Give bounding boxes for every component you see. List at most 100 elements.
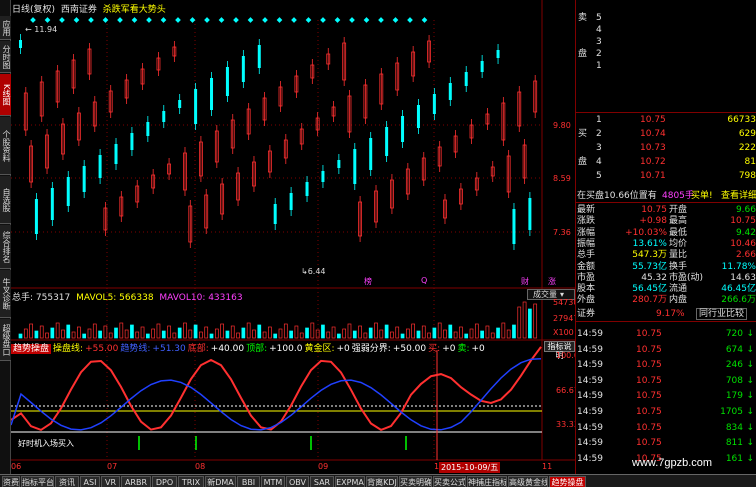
quote-value: 55.73亿 [632, 261, 667, 272]
indicator-item: 黄金区: [304, 344, 335, 354]
event-mark[interactable]: 涨 [548, 276, 556, 287]
sell-side-label: 卖 [578, 13, 588, 23]
bottom-tab[interactable]: 买卖明确 [399, 476, 432, 487]
volume-bar [496, 327, 500, 339]
sidebar-tab[interactable]: 分时图 [0, 41, 11, 73]
bottom-tab[interactable]: BBI [237, 476, 260, 487]
quote-value: 14.63 [730, 272, 756, 283]
sector-change: 9.17% [656, 309, 685, 319]
volume-bar [432, 327, 437, 339]
event-mark[interactable]: 榜 [364, 276, 372, 287]
bottom-tab[interactable]: 高级黄金线 [508, 476, 548, 487]
volume-bar [236, 332, 240, 339]
time-label: 07 [107, 462, 118, 471]
tick-volume: 179 [725, 391, 743, 402]
volume-bar [294, 325, 299, 339]
order-book-divider [576, 112, 756, 113]
quote-value: 9.66 [735, 205, 756, 215]
bottom-tab[interactable]: MTM [261, 476, 285, 487]
event-mark[interactable]: Q [421, 276, 427, 285]
arrow-down-icon: ↓ [746, 344, 754, 355]
sidebar-tab[interactable]: 个股资料 [0, 117, 11, 175]
candle-body [225, 67, 229, 96]
tick-price: 10.75 [636, 422, 662, 433]
quote-key: 金额 [577, 261, 596, 272]
quote-key: 最新 [577, 205, 596, 215]
bottom-tab[interactable]: 资讯 [55, 476, 79, 487]
bottom-tab[interactable]: 资费 [2, 476, 20, 487]
volume-bar [390, 331, 394, 339]
bottom-tab[interactable]: 买卖公式 [433, 476, 466, 487]
chart-canvas[interactable] [11, 0, 575, 474]
volume-bar [326, 331, 331, 339]
bottom-tab[interactable]: VR [101, 476, 120, 487]
signal-diamond [59, 17, 65, 23]
volume-bar [193, 324, 198, 339]
buy-volume: 629 [738, 129, 756, 139]
indicator-item[interactable]: 趋势操盘 [11, 344, 52, 354]
bottom-tab[interactable]: 新DMA [205, 476, 236, 487]
sell-level-index: 3 [596, 37, 602, 47]
volume-bar [220, 323, 224, 339]
volume-bar [77, 326, 81, 339]
bottom-tab[interactable]: ARBR [121, 476, 151, 487]
volume-bar [145, 333, 150, 339]
arrow-down-icon: ↓ [746, 422, 754, 433]
volume-bar [358, 325, 362, 339]
volume-bar [172, 332, 177, 339]
candle-body [34, 199, 38, 234]
sell-level-index: 4 [596, 25, 602, 35]
bottom-tab[interactable]: 指标平台 [21, 476, 54, 487]
indicator-item: +40.00 [210, 344, 245, 354]
buy-volume: 222 [738, 143, 756, 153]
bottom-tab[interactable]: 背离KDJ [366, 476, 398, 487]
quote-value: 10.46 [730, 238, 756, 249]
bottom-tab[interactable]: DPO [152, 476, 177, 487]
candle-body [305, 182, 309, 196]
chart-area[interactable]: 日线(复权) 西南证券 杀跌军看大势头 ← 11.94 ↳6.44 9.80 8… [11, 0, 579, 474]
notice-detail-link[interactable]: 查看详细 [721, 190, 756, 202]
volume-bar [108, 332, 113, 339]
bottom-tab[interactable]: SAR [310, 476, 334, 487]
indicator-item: +0 [471, 344, 485, 354]
sidebar-tab[interactable]: 综合排名 [0, 225, 11, 269]
event-mark[interactable]: 财 [521, 276, 529, 287]
compare-industry-button[interactable]: 同行业比较 [696, 308, 748, 320]
tick-volume: 708 [725, 375, 743, 386]
volume-bar [368, 327, 373, 339]
quote-value: 2.66 [735, 250, 756, 261]
quote-row: 振幅 13.61% 均价 10.46 [576, 238, 756, 250]
sidebar-tab[interactable]: 应用 [0, 16, 11, 40]
sidebar-tab[interactable]: K线图 [0, 74, 11, 116]
buy-level-row: 买 2 10.74 629 [576, 128, 756, 140]
bottom-tab[interactable]: OBV [286, 476, 309, 487]
quote-key: 内盘 [669, 295, 688, 306]
bottom-tab[interactable]: EXPMA [335, 476, 365, 487]
candle-body [130, 133, 134, 150]
volume-bar [230, 325, 235, 339]
bottom-tab[interactable]: ASI [80, 476, 100, 487]
bottom-tab[interactable]: TRIX [178, 476, 204, 487]
volume-bar [55, 322, 60, 339]
left-sidebar: 应用 分时图 K线图 个股资料 自选股 综合排名 牛叉诊断 超级盘口 [0, 0, 11, 474]
volume-bar [241, 327, 246, 339]
quote-key: 均价 [669, 238, 688, 249]
tick-time: 14:59 [577, 391, 603, 402]
bottom-tab[interactable]: 趋势操盘 [549, 476, 586, 487]
volume-bar [151, 328, 156, 339]
bottom-tab[interactable]: 神捕庄指标 [467, 476, 507, 487]
volume-bar [23, 328, 28, 339]
volume-bar [448, 324, 453, 339]
sidebar-tab[interactable]: 牛叉诊断 [0, 270, 11, 318]
candle-body [66, 177, 70, 206]
period-label[interactable]: 日线(复权) [12, 5, 55, 15]
quote-value: 9.42 [735, 227, 756, 238]
volume-bar [517, 306, 522, 339]
volume-bar [140, 326, 145, 339]
quote-key: 股本 [577, 284, 596, 295]
volume-bar [321, 324, 325, 339]
signal-diamond [320, 17, 326, 23]
tick-time: 14:59 [577, 344, 603, 355]
sidebar-tab[interactable]: 自选股 [0, 176, 11, 224]
sidebar-tab[interactable]: 超级盘口 [0, 319, 11, 361]
